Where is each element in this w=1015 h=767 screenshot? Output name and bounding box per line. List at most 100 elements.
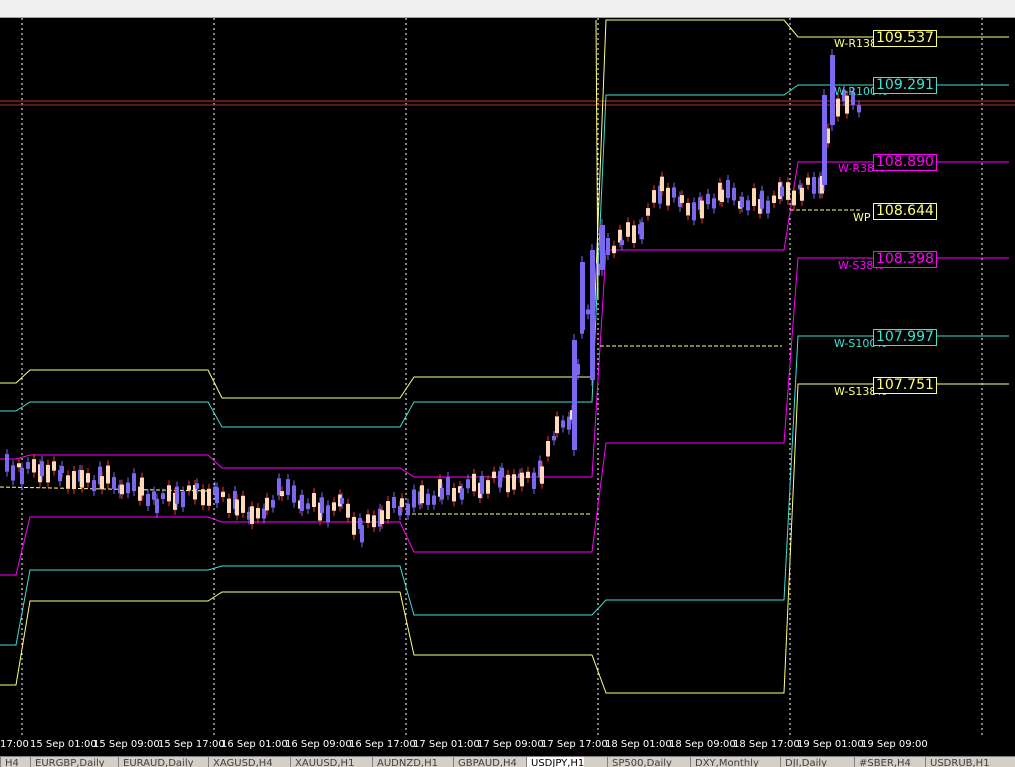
- candle-body: [52, 461, 56, 471]
- candle-body: [152, 491, 156, 500]
- candle-body: [420, 485, 424, 504]
- candle-body: [250, 506, 254, 525]
- candle-body: [372, 515, 376, 528]
- candle-body: [857, 105, 861, 113]
- candle-body: [780, 186, 784, 197]
- candle-body: [432, 495, 436, 505]
- candle-body: [626, 222, 630, 237]
- candle-body: [181, 491, 185, 508]
- time-label: 17 Sep 09:00: [477, 739, 544, 750]
- candle-body: [526, 471, 530, 478]
- candle-body: [146, 493, 150, 506]
- candle-body: [492, 471, 496, 479]
- candle-body: [398, 506, 402, 516]
- candle-body: [187, 485, 191, 491]
- candle-body: [460, 488, 464, 500]
- candle-body: [426, 493, 430, 505]
- candle-body: [555, 416, 559, 434]
- candle-body: [552, 435, 556, 441]
- candle-body: [646, 208, 650, 216]
- candle-body: [766, 200, 770, 214]
- candle-body: [540, 466, 544, 484]
- candle-body: [546, 440, 550, 457]
- candle-body: [480, 475, 484, 494]
- time-axis: 17:00 15 Sep 01:00 15 Sep 09:00 15 Sep 17:0…: [0, 736, 1015, 756]
- candle-body: [472, 473, 476, 492]
- candle-body: [760, 190, 764, 209]
- chart-tab-bar: H4 EURGBP,Daily EURAUD,Daily XAGUSD,H4 XAUUS…: [0, 756, 1015, 767]
- chart-top-bar: [0, 0, 1015, 18]
- candle-body: [400, 498, 404, 508]
- price-box-r38: 108.890: [873, 154, 937, 171]
- price-box-r100: 109.291: [873, 77, 937, 94]
- candle-body: [446, 476, 450, 495]
- candle-body: [845, 95, 849, 114]
- candle-body: [692, 202, 696, 221]
- candle-body: [221, 491, 225, 497]
- candle-body: [72, 471, 76, 489]
- pivot-line: [0, 209, 860, 515]
- candle-body: [392, 496, 396, 509]
- candle-body: [106, 465, 110, 484]
- candle-body: [680, 195, 684, 203]
- candle-body: [126, 482, 130, 494]
- candle-body: [256, 508, 260, 519]
- candle-body: [712, 198, 716, 209]
- candle-body: [572, 340, 577, 450]
- chart-area[interactable]: W-R138% 109.537 W-R100% 109.291 W-R38% 108.89…: [0, 18, 1015, 736]
- candle-body: [11, 465, 15, 481]
- candle-body: [100, 476, 104, 490]
- candle-body: [822, 95, 827, 185]
- candle-body: [40, 461, 44, 477]
- candle-body: [60, 466, 64, 473]
- price-box-r138: 109.537: [873, 30, 937, 47]
- candle-body: [292, 485, 296, 503]
- time-label: 15 Sep 17:00: [158, 739, 225, 750]
- candle-body: [726, 179, 730, 198]
- candle-body: [561, 420, 565, 428]
- candle-body: [466, 479, 470, 489]
- candle-body: [286, 479, 290, 495]
- candle-body: [806, 177, 810, 185]
- candle-body: [306, 503, 310, 510]
- candle-body: [280, 491, 284, 497]
- candle-body: [580, 262, 585, 330]
- candle-body: [586, 309, 590, 315]
- candle-body: [241, 495, 245, 513]
- candle-body: [732, 187, 736, 201]
- time-label: 15 Sep 01:00: [30, 739, 97, 750]
- time-label: 17:00: [0, 739, 29, 750]
- candle-body: [332, 502, 336, 511]
- candle-body: [706, 193, 710, 205]
- candle-body: [207, 488, 211, 506]
- candle-body: [786, 182, 790, 200]
- level-line-r100: [0, 84, 1009, 428]
- candle-body: [326, 505, 330, 523]
- candle-body: [512, 474, 516, 490]
- level-line-s38: [0, 257, 1009, 576]
- time-label: 19 Sep 01:00: [797, 739, 864, 750]
- candle-body: [612, 245, 616, 254]
- candle-body: [167, 485, 171, 502]
- candle-body: [360, 525, 364, 543]
- candle-body: [640, 222, 644, 240]
- candle-body: [17, 463, 21, 468]
- candle-body: [752, 188, 756, 206]
- time-label: 15 Sep 09:00: [93, 739, 160, 750]
- price-box-wp: 108.644: [873, 203, 937, 220]
- candle-body: [265, 497, 269, 511]
- candle-body: [320, 497, 324, 513]
- price-chart[interactable]: [0, 18, 1015, 736]
- candle-body: [26, 462, 30, 469]
- time-label: 18 Sep 17:00: [733, 739, 800, 750]
- candle-body: [740, 196, 744, 208]
- candle-body: [666, 187, 670, 206]
- candle-body: [20, 467, 24, 485]
- candle-body: [746, 200, 750, 211]
- candle-body: [606, 238, 610, 255]
- candle-body: [836, 98, 840, 117]
- candle-body: [440, 488, 444, 500]
- candle-body: [520, 472, 524, 487]
- candle-body: [201, 489, 205, 506]
- candle-body: [227, 498, 231, 513]
